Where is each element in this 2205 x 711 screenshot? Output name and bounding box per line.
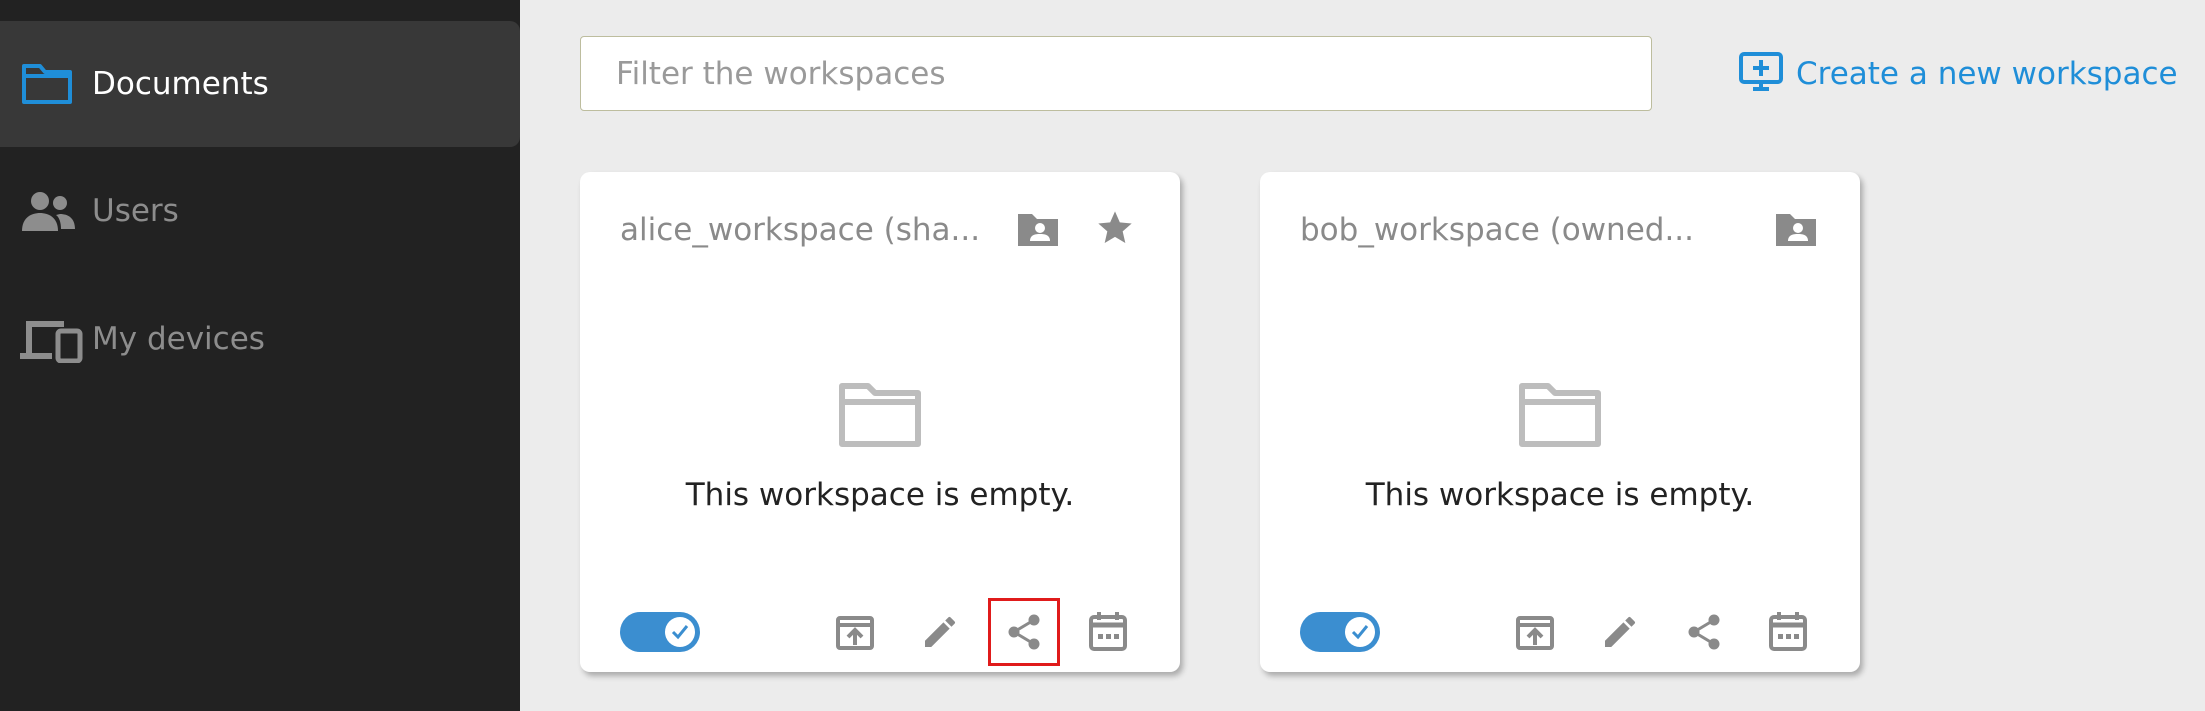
sidebar-item-label: Documents (92, 66, 269, 102)
devices-icon (18, 315, 84, 363)
share-icon[interactable] (1004, 612, 1044, 652)
empty-workspace-text: This workspace is empty. (1365, 477, 1755, 513)
workspace-title: alice_workspace (sha... (620, 212, 981, 248)
users-icon (20, 189, 76, 233)
folder-icon (20, 62, 74, 106)
rename-icon[interactable] (920, 612, 960, 652)
add-workspace-icon (1738, 51, 1784, 97)
empty-folder-icon (1518, 380, 1602, 452)
calendar-icon[interactable] (1768, 610, 1808, 652)
mount-icon[interactable] (835, 612, 875, 652)
share-icon[interactable] (1684, 612, 1724, 652)
check-icon (1345, 617, 1375, 647)
empty-workspace-text: This workspace is empty. (685, 477, 1075, 513)
calendar-icon[interactable] (1088, 610, 1128, 652)
sidebar-item-my-devices[interactable]: My devices (0, 276, 520, 402)
workspace-card[interactable]: alice_workspace (sha... This workspace i… (580, 172, 1180, 672)
filter-workspaces-input[interactable] (580, 36, 1652, 111)
workspace-card[interactable]: bob_workspace (owned... This workspace i… (1260, 172, 1860, 672)
rename-icon[interactable] (1600, 612, 1640, 652)
workspace-toggle[interactable] (1300, 612, 1380, 652)
star-icon[interactable] (1094, 208, 1136, 248)
shared-folder-icon[interactable] (1016, 210, 1060, 248)
check-icon (665, 617, 695, 647)
sidebar-item-label: Users (92, 193, 179, 229)
create-workspace-button[interactable]: Create a new workspace (1738, 52, 2178, 96)
sidebar-item-documents[interactable]: Documents (0, 21, 520, 147)
shared-folder-icon[interactable] (1774, 210, 1818, 248)
empty-folder-icon (838, 380, 922, 452)
sidebar: Documents Users My devices (0, 0, 520, 711)
sidebar-item-label: My devices (92, 321, 265, 357)
sidebar-item-users[interactable]: Users (0, 148, 520, 274)
create-workspace-label: Create a new workspace (1796, 56, 2178, 92)
workspace-toggle[interactable] (620, 612, 700, 652)
workspace-title: bob_workspace (owned... (1300, 212, 1695, 248)
mount-icon[interactable] (1515, 612, 1555, 652)
